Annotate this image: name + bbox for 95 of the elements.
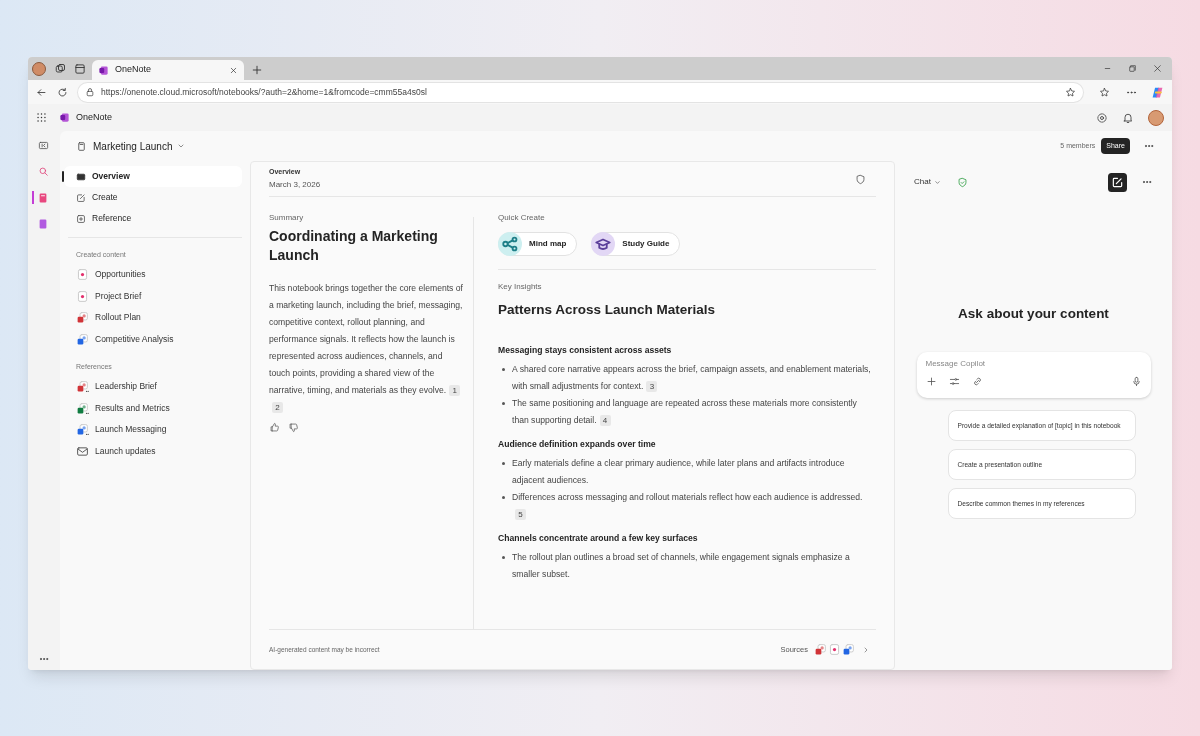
settings-icon[interactable] [1096,111,1108,124]
refresh-icon[interactable] [57,86,68,98]
nav-item[interactable]: Launch updates [62,440,248,462]
nav-item[interactable]: Results and Metrics [62,397,248,419]
page-icon [76,289,89,303]
bullet-text: Differences across messaging and rollout materials reflect how each audience is addressed. 5 [512,492,863,520]
document-icon [842,643,855,656]
page-icon [76,268,89,282]
nav-item[interactable]: Launch Messaging [62,419,248,441]
mind-map-icon [498,232,522,256]
bullet-text: A shared core narrative appears across the brief, campaign assets, and enablement materials, with small adjustments for context. 3 [512,364,871,392]
close-icon[interactable] [229,65,238,75]
chevron-right-icon [862,645,870,654]
chevron-down-icon [176,142,185,150]
nav-item[interactable]: Rollout Plan [62,307,248,329]
citation-marker[interactable]: 4 [599,415,611,427]
nav-item[interactable]: Overview [64,166,242,187]
notebook-app-icon [59,112,70,123]
nav-item[interactable]: Leadership Brief [62,376,248,398]
close-icon[interactable] [1153,64,1162,73]
workspaces-icon[interactable] [54,62,66,75]
add-favorite-icon[interactable] [1065,86,1076,98]
notebook-app-icon [98,64,109,76]
section-label: Summary [269,212,305,224]
nav-item[interactable]: Opportunities [62,264,248,286]
mail-icon [76,444,89,458]
notebook-icon[interactable] [37,191,49,204]
back-icon[interactable] [36,86,47,98]
selection-indicator [62,171,64,182]
page-icon [828,643,841,656]
shared-document-icon [76,423,89,437]
insight-heading: Channels concentrate around a few key surfaces [498,532,699,545]
lock-icon [85,87,95,97]
avatar[interactable] [1148,109,1164,126]
new-tab-icon[interactable] [251,64,263,76]
url-text: https://onenote.cloud.microsoft/notebooks/?auth=2&home=1&fromcode=cmm55a4s0sl [101,85,428,99]
citation-marker[interactable]: 5 [515,509,526,521]
tab-actions-icon[interactable] [74,62,86,75]
notifications-icon[interactable] [1122,111,1134,124]
app-name: OneNote [76,110,113,124]
add-icon[interactable] [925,376,937,388]
nav-item[interactable]: Competitive Analysis [62,328,248,350]
insight-heading: Messaging stays consistent across assets [498,344,673,358]
shield-icon[interactable] [855,173,866,185]
nav-item[interactable]: Create [64,187,242,208]
assistant-icon[interactable] [1151,85,1164,99]
browser-tab[interactable]: OneNote [92,60,244,80]
document-icon [76,311,89,325]
insight-heading: Audience definition expands over time [498,438,657,452]
favorites-icon[interactable] [1099,86,1110,98]
app-launcher-icon[interactable] [36,112,47,123]
chevron-down-icon [933,178,941,186]
add-icon [76,213,86,224]
summary-title: Coordinating a Marketing Launch [269,227,439,265]
book-icon[interactable] [37,217,49,230]
chat-heading: Ask about your content [958,305,1109,323]
shield-check-icon[interactable] [956,176,968,188]
restore-icon[interactable] [1128,64,1137,73]
avatar[interactable] [32,61,46,76]
search-icon[interactable] [37,166,49,177]
microphone-icon[interactable] [1130,376,1142,388]
address-field[interactable]: https://onenote.cloud.microsoft/notebooks/?auth=2&home=1&fromcode=cmm55a4s0sl [78,82,1083,102]
compose-icon[interactable] [1108,172,1127,192]
citation-marker[interactable]: 2 [272,402,283,414]
sliders-icon[interactable] [948,376,960,388]
message-field[interactable]: Message Copilot [925,358,1142,371]
document-icon [814,643,827,656]
insights-title: Patterns Across Launch Materials [498,301,717,319]
summary-text: This notebook brings together the core elements of a marketing launch, including the brief, messaging, competitive context, rollout planning, and performance signals. It reflects how the launch is represented across audiences, channels, and touch points, providing a shared view of the narrative, timing, and materials as they evolve. 1 2 [269,282,463,416]
thumbs-up-icon[interactable] [269,422,280,433]
sidebar-toggle-icon[interactable] [37,140,49,151]
quick-create-button[interactable]: Mind map [498,232,578,256]
edit-icon [76,192,86,203]
bullet-text: The same positioning and language are repeated across these materials more consistently than supporting detail. 4 [512,398,857,426]
section-label: Key Insights [498,281,543,293]
document-icon [76,332,89,346]
quick-create-button[interactable]: Study Guide [591,232,681,256]
link-icon[interactable] [971,376,983,388]
graduation-cap-icon [591,232,616,256]
section-label: Quick Create [498,212,546,224]
citation-marker[interactable]: 1 [449,385,461,397]
notebook-icon [76,140,87,152]
tab-title: OneNote [115,63,153,77]
overview-icon [76,171,86,182]
nav-item[interactable]: Reference [64,208,242,229]
shared-document-icon [76,401,89,415]
notebook-dropdown[interactable]: Marketing Launch [93,138,185,154]
shared-document-icon [76,380,89,394]
chat-dropdown[interactable]: Chat [914,176,941,188]
bullet-text: Early materials define a clear primary audience, while later plans and artifacts introduce adjacent audiences. [512,458,845,486]
thumbs-down-icon[interactable] [288,422,299,433]
page-date: March 3, 2026 [269,179,321,192]
citation-marker[interactable]: 3 [646,381,658,393]
nav-item[interactable]: Project Brief [62,285,248,307]
bullet-text: The rollout plan outlines a broad set of channels, while engagement signals emphasize a smaller subset. [512,551,850,579]
